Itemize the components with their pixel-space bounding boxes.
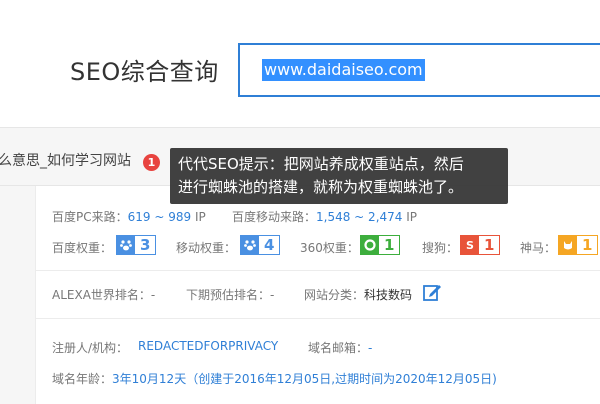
forecast-label: 下期预估排名：: [186, 288, 271, 302]
category-value: 科技数码: [364, 288, 413, 302]
search-input-value[interactable]: www.daidaiseo.com: [262, 59, 425, 81]
sogou-weight-value: 1: [484, 236, 495, 254]
search-input[interactable]: www.daidaiseo.com: [238, 43, 600, 97]
baidu-pc-unit: IP: [191, 210, 206, 224]
mobile-weight-label: 移动权重：: [176, 241, 237, 255]
site-category: 网站分类：科技数码: [304, 286, 412, 303]
sogou-label: 搜狗：: [422, 241, 459, 255]
forecast-rank: 下期预估排名：-: [186, 286, 274, 303]
baidu-weight-value: 3: [140, 236, 151, 254]
shenma-label: 神马：: [520, 241, 557, 255]
paw-icon: [117, 236, 135, 254]
left-gutter: [0, 186, 36, 404]
email-label: 域名邮箱：: [308, 341, 369, 355]
divider: [36, 318, 600, 319]
divider: [36, 270, 600, 271]
alexa-value: -: [150, 288, 156, 302]
registrant-label: 注册人/机构：: [52, 341, 129, 355]
category-label: 网站分类：: [304, 288, 365, 302]
forecast-value: -: [270, 288, 275, 302]
shenma-weight-value: 1: [582, 236, 593, 254]
domain-email: 域名邮箱：-: [308, 339, 372, 356]
registrant-value[interactable]: REDACTEDFORPRIVACY: [138, 339, 278, 353]
baidu-mobile-unit: IP: [402, 210, 417, 224]
age-label: 域名年龄：: [52, 372, 113, 386]
baidu-mobile-traffic: 百度移动来路：1,548 ~ 2,474 IP: [232, 208, 417, 225]
mobile-weight-badge[interactable]: 4: [240, 235, 281, 255]
baidu-weight-label: 百度权重：: [52, 241, 113, 255]
shenma-icon: [559, 236, 577, 254]
seo-tip-tooltip: 代代SEO提示：把网站养成权重站点，然后 进行蜘蛛池的搭建，就称为权重蜘蛛池了。: [170, 148, 508, 204]
tooltip-line-2: 进行蜘蛛池的搭建，就称为权重蜘蛛池了。: [178, 178, 464, 196]
alexa-label: ALEXA世界排名：: [52, 288, 151, 302]
page-title: SEO综合查询: [70, 58, 219, 86]
baidu-weight-badge[interactable]: 3: [116, 235, 157, 255]
paw-icon: [241, 236, 259, 254]
360-weight-badge[interactable]: 1: [360, 235, 401, 255]
360-icon: [361, 236, 379, 254]
baidu-pc-label: 百度PC来路：: [52, 210, 128, 224]
domain-age: 域名年龄：3年10月12天（创建于2016年12月05日,过期时间为2020年1…: [52, 370, 497, 387]
baidu-pc-traffic: 百度PC来路：619 ~ 989 IP: [52, 208, 206, 225]
baidu-mobile-label: 百度移动来路：: [232, 210, 317, 224]
site-title[interactable]: 么意思_如何学习网站: [0, 150, 131, 170]
alexa-rank: ALEXA世界排名：-: [52, 286, 155, 303]
mobile-weight-value: 4: [264, 236, 275, 254]
notification-badge[interactable]: 1: [143, 154, 160, 171]
baidu-mobile-value[interactable]: 1,548 ~ 2,474: [316, 210, 402, 224]
sogou-weight-badge[interactable]: S 1: [460, 235, 501, 255]
age-value: 3年10月12天（创建于2016年12月05日,过期时间为2020年12月05日…: [112, 372, 497, 386]
baidu-pc-value[interactable]: 619 ~ 989: [128, 210, 192, 224]
registrant: 注册人/机构：: [52, 339, 128, 356]
shenma-weight-badge[interactable]: 1: [558, 235, 599, 255]
edit-icon[interactable]: [422, 282, 442, 302]
tooltip-line-1: 代代SEO提示：把网站养成权重站点，然后: [178, 155, 464, 173]
sogou-icon: S: [461, 236, 479, 254]
360-weight-label: 360权重：: [300, 241, 359, 255]
email-value[interactable]: -: [368, 341, 372, 355]
360-weight-value: 1: [384, 236, 395, 254]
